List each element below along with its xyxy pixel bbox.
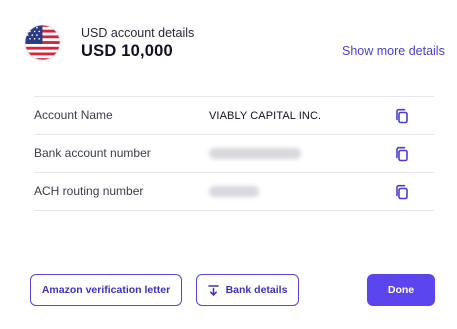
account-name-value: VIABLY CAPITAL INC. [209,110,322,122]
amazon-verification-letter-label: Amazon verification letter [41,284,171,296]
bank-details-button[interactable]: Bank details [196,274,299,306]
done-label: Done [387,284,415,296]
masked-bank-account-number [209,148,301,159]
copy-icon[interactable] [394,184,410,200]
copy-icon[interactable] [394,108,410,124]
done-button[interactable]: Done [367,274,435,306]
bank-details-label: Bank details [225,284,288,296]
download-icon [207,285,219,296]
copy-icon[interactable] [394,146,410,162]
account-name-label: Account Name [34,108,113,122]
ach-routing-number-label: ACH routing number [34,184,144,198]
ach-routing-number-row: ACH routing number [34,172,434,211]
us-flag-icon [24,24,61,61]
account-name-row: Account Name VIABLY CAPITAL INC. [34,96,434,134]
show-more-details-link[interactable]: Show more details [342,44,445,58]
masked-ach-routing-number [209,186,259,197]
account-details-title: USD account details [81,26,195,40]
account-balance: USD 10,000 [81,42,173,60]
bank-account-number-row: Bank account number [34,134,434,172]
bank-account-number-label: Bank account number [34,146,151,160]
amazon-verification-letter-button[interactable]: Amazon verification letter [30,274,182,306]
account-details-table: Account Name VIABLY CAPITAL INC. Bank ac… [34,96,434,211]
